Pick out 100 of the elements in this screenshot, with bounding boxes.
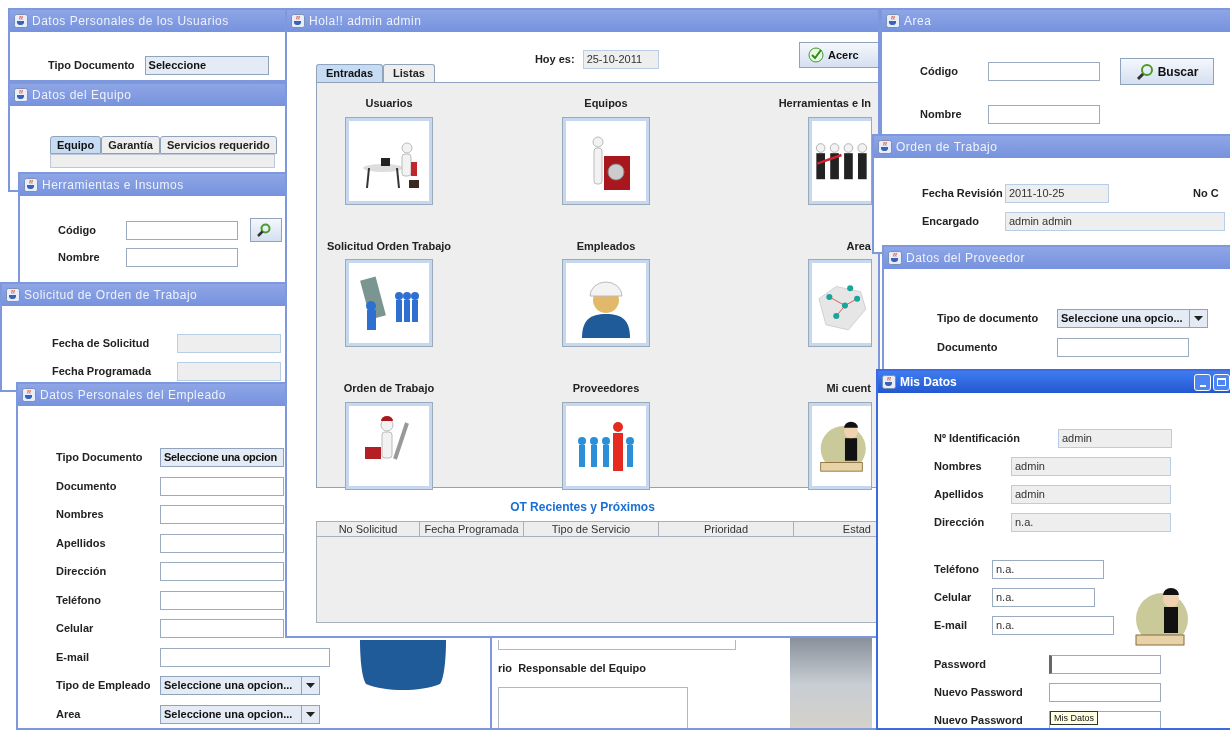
date-field: 25-10-2011 [582, 50, 659, 69]
about-button[interactable]: Acerc [799, 42, 878, 68]
search-button[interactable] [250, 218, 282, 242]
module-label: Equipos [584, 96, 628, 111]
column-header[interactable]: Fecha Programada [420, 522, 524, 537]
field-label: Nuevo Password [934, 685, 1024, 701]
window-title: Area [904, 13, 932, 30]
field-label: Apellidos [934, 487, 985, 503]
coffee-cup-icon [6, 288, 20, 302]
maximize-button[interactable] [1213, 373, 1230, 391]
text-area[interactable] [498, 686, 688, 728]
coffee-cup-icon [22, 388, 36, 402]
column-header[interactable]: Prioridad [659, 522, 794, 537]
tooltip: Mis Datos [1050, 711, 1098, 725]
field-label: Tipo de Empleado [56, 678, 152, 694]
field-label: Celular [56, 621, 95, 637]
input-field[interactable] [160, 533, 284, 553]
dropdown[interactable]: Seleccione una opcion... [160, 676, 320, 695]
module-label: Empleados [576, 238, 636, 254]
coffee-cup-icon [14, 14, 28, 28]
input-field[interactable]: admin admin [1005, 212, 1225, 231]
field-label: Nombre [920, 107, 963, 123]
tab[interactable]: Garantía [101, 136, 160, 154]
input-field[interactable] [988, 62, 1100, 81]
input-field[interactable]: n.a. [992, 616, 1114, 635]
field-label: No C [1193, 186, 1219, 202]
field-label: Teléfono [934, 562, 980, 578]
field-label: Celular [934, 590, 973, 606]
field-label: Nombres [56, 507, 105, 523]
field-label: E-mail [934, 618, 968, 634]
search-icon [1135, 62, 1154, 81]
module-button[interactable] [809, 117, 871, 204]
input-field[interactable]: n.a. [992, 588, 1095, 607]
module-button[interactable] [346, 117, 432, 204]
input-field[interactable]: admin [1011, 485, 1171, 504]
column-header[interactable]: Estad [794, 522, 878, 537]
module-button[interactable] [809, 402, 871, 489]
minimize-button[interactable] [1194, 373, 1211, 391]
field-label: Tipo Documento [48, 58, 135, 74]
input-field[interactable] [1057, 338, 1189, 357]
tab[interactable]: Listas [383, 64, 435, 82]
search-icon [257, 223, 271, 237]
field-label: Fecha Revisión [922, 186, 1004, 202]
field-label: Nombres [934, 459, 983, 475]
input-field[interactable] [160, 647, 330, 667]
input-field[interactable] [177, 362, 281, 381]
module-button[interactable] [563, 117, 649, 204]
column-header[interactable]: No Solicitud [317, 522, 420, 537]
module-button[interactable] [346, 402, 432, 489]
search-button[interactable]: Buscar [1120, 58, 1214, 85]
coffee-cup-icon [24, 178, 38, 192]
window-title: Datos Personales del Empleado [40, 387, 226, 404]
input-field[interactable] [160, 562, 284, 581]
coffee-cup-icon [882, 375, 896, 389]
window-title: Orden de Trabajo [896, 139, 998, 156]
module-button[interactable] [563, 260, 649, 346]
input-field[interactable] [988, 105, 1100, 124]
input-field[interactable]: admin [1058, 429, 1172, 448]
password-field[interactable] [1049, 655, 1161, 674]
input-field[interactable] [160, 505, 284, 524]
field-label: Documento [937, 340, 999, 356]
field-label: Password [934, 657, 987, 673]
input-field[interactable] [160, 476, 284, 496]
field-label: rio Responsable del Equipo [498, 661, 647, 676]
tab[interactable]: Equipo [50, 136, 102, 154]
window-title: Solicitud de Orden de Trabajo [24, 287, 198, 304]
dropdown[interactable]: Seleccione una opcion [160, 448, 284, 467]
module-label: Area [846, 238, 871, 254]
input-field[interactable]: n.a. [992, 560, 1104, 579]
input-field[interactable]: admin [1011, 457, 1171, 476]
field-label: Nº Identificación [934, 431, 1021, 447]
input-field[interactable] [126, 248, 238, 267]
input-field[interactable] [177, 334, 281, 353]
window-title: Herramientas e Insumos [42, 177, 184, 194]
input-field[interactable]: 2011-10-25 [1005, 184, 1109, 203]
dropdown[interactable]: Seleccione una opcion... [160, 704, 320, 724]
module-label: Usuarios [365, 96, 413, 111]
field-label: Código [58, 222, 97, 238]
dropdown[interactable]: Seleccione [144, 56, 269, 75]
tab[interactable]: Servicios requerido [159, 136, 277, 154]
caret-icon [306, 711, 315, 717]
input-field[interactable] [160, 590, 284, 610]
dropdown[interactable]: Seleccione una opcio... [1057, 309, 1208, 328]
input-field[interactable] [160, 619, 284, 638]
password-field[interactable] [1049, 683, 1161, 702]
input-field[interactable]: n.a. [1011, 513, 1171, 532]
input-field[interactable] [498, 640, 736, 650]
input-field[interactable] [126, 220, 238, 240]
window-title: Hola!! admin admin [309, 13, 422, 30]
column-header[interactable]: Tipo de Servicio [524, 522, 659, 537]
field-label: Teléfono [56, 592, 102, 608]
field-label: Documento [56, 478, 118, 494]
date-label: Hoy es: [534, 52, 575, 68]
checkmark-icon [808, 47, 824, 63]
coffee-cup-icon [878, 140, 892, 154]
field-label: Encargado [922, 214, 980, 230]
window-title: Datos Personales de los Usuarios [32, 13, 229, 30]
module-label: Solicitud Orden Trabajo [326, 238, 452, 254]
tab[interactable]: Entradas [316, 64, 384, 82]
field-label: Dirección [56, 564, 108, 580]
